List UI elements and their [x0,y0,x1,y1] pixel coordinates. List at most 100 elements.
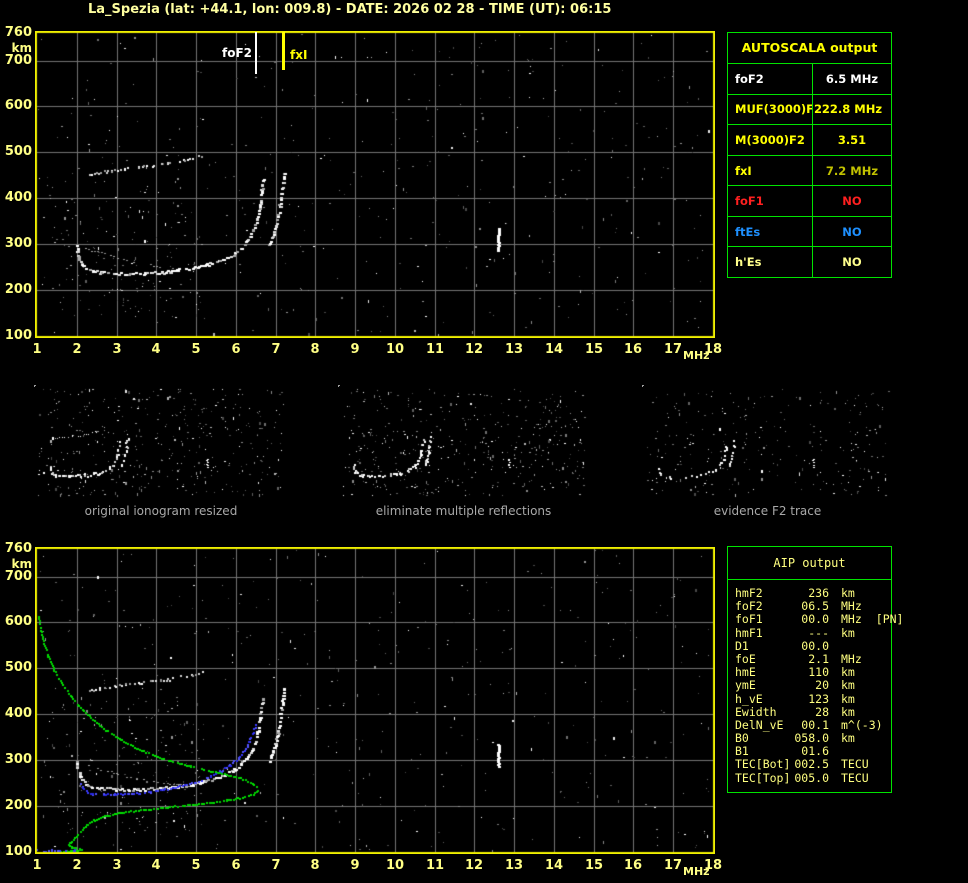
x-tick: 3 [112,858,122,873]
x-tick: 16 [623,858,643,873]
autoscala-row-value: 22.8 MHz [812,94,891,125]
x-tick: 15 [584,858,604,873]
thumbnail-caption-eliminate-reflections: eliminate multiple reflections [375,504,552,518]
autoscala-row-label: fxI [735,163,752,178]
autoscala-row: M(3000)F2 3.51 [728,124,891,155]
aip-row-value: 28 [815,704,829,719]
aip-row-value: 20 [815,678,829,693]
x-tick: 15 [584,342,604,357]
x-tick: 4 [151,858,161,873]
y-tick: 760 [4,25,32,40]
aip-row-label: foF1 [735,612,763,627]
y-tick: 300 [4,752,32,767]
thumbnail-canvas-evidence-f2 [643,386,892,499]
aip-row-label: D1 [735,638,749,653]
y-tick: 200 [4,798,32,813]
aip-row-label: TEC[Top] [735,770,791,785]
x-tick: 8 [310,858,320,873]
x-tick: 11 [425,858,445,873]
autoscala-row: MUF(3000)F2 22.8 MHz [728,93,891,125]
ionogram-canvas-top [35,31,715,338]
y-tick: 600 [4,614,32,629]
aip-row-value: 00.0 [801,638,829,653]
autoscala-row-value: NO [812,186,891,216]
autoscala-table-header: AUTOSCALA output [741,40,878,55]
x-tick: 7 [271,858,281,873]
y-unit-label-bottom: km [11,557,32,571]
autoscala-row: foF1 NO [728,185,891,216]
thumbnail-caption-original: original ionogram resized [84,504,238,518]
aip-row-label: ymE [735,678,756,693]
y-tick: 100 [4,328,32,343]
autoscala-row: ftEs NO [728,215,891,247]
aip-row-label: h_vE [735,691,763,706]
x-tick: 6 [231,342,241,357]
x-tick: 5 [191,858,201,873]
y-unit-label-top: km [11,41,32,55]
aip-row-unit: km [841,665,855,680]
x-tick: 3 [112,342,122,357]
y-tick: 300 [4,236,32,251]
aip-table-header: AIP output [728,547,891,580]
x-tick: 9 [350,342,360,357]
x-tick: 12 [464,342,484,357]
x-tick: 7 [271,342,281,357]
y-tick: 760 [4,541,32,556]
aip-row-unit: km [841,731,855,746]
aip-row-unit: MHz [PN] [841,612,904,627]
aip-row: hmF1 --- km [735,625,891,640]
aip-row: h_vE 123 km [735,691,891,706]
x-unit-label-top: MHz [683,349,710,362]
aip-row: Ewidth 28 km [735,704,891,719]
x-tick: 8 [310,342,320,357]
y-tick: 600 [4,98,32,113]
fxi-marker-line [282,32,285,70]
x-tick: 13 [504,342,524,357]
aip-row: TEC[Bot] 002.5 TECU [735,758,891,771]
aip-row-value: 002.5 [794,757,829,772]
autoscala-row: foF2 6.5 MHz [728,63,891,94]
aip-row-label: Ewidth [735,704,777,719]
thumbnail-eliminate-reflections [338,385,588,499]
x-tick: 16 [623,342,643,357]
autoscala-row-value: 6.5 MHz [812,64,891,94]
x-tick: 2 [72,858,82,873]
x-tick: 6 [231,858,241,873]
aip-table: AIP output hmF2 236 km foF2 06.5 MHz foF1 00.0 M… [727,546,903,793]
aip-row-label: hmF1 [735,625,763,640]
x-tick: 11 [425,342,445,357]
x-tick: 14 [544,342,564,357]
aip-row-unit: TECU [841,770,869,785]
foF2-marker-line [255,32,257,74]
autoscala-row-label: foF1 [735,194,764,209]
x-tick: 13 [504,858,524,873]
x-tick: 10 [385,858,405,873]
y-tick: 400 [4,190,32,205]
aip-row-unit: MHz [841,651,862,666]
x-tick: 4 [151,342,161,357]
autoscala-row-label: ftEs [735,224,761,239]
aip-row: foF1 00.0 MHz [PN] [735,612,903,627]
autoscala-row-value: NO [812,216,891,247]
aip-row-unit: km [841,691,855,706]
autoscala-row: fxI 7.2 MHz [728,154,891,186]
autoscala-table: AUTOSCALA output foF2 6.5 MHz MUF(3000)F2 2… [727,32,892,278]
autoscala-row-label: foF2 [735,71,764,86]
aip-row-value: 005.0 [794,770,829,785]
autoscala-row-label: M(3000)F2 [735,132,805,147]
y-tick: 200 [4,282,32,297]
thumbnail-original [34,385,287,499]
aip-row: hmE 110 km [735,666,891,679]
aip-row-value: 00.0 [801,612,829,627]
aip-row-unit [829,640,891,653]
aip-table-body: hmF2 236 km foF2 06.5 MHz foF1 00.0 MHz [PN] hmF1-… [728,580,903,785]
autoscala-row-label: MUF(3000)F2 [735,102,823,117]
x-tick: 10 [385,342,405,357]
x-tick: 17 [663,342,683,357]
x-unit-label-bottom: MHz [683,865,710,878]
x-tick: 9 [350,858,360,873]
aip-row-label: TEC[Bot] [735,757,791,772]
thumbnail-canvas-original [35,386,287,499]
x-tick: 14 [544,858,564,873]
aip-row-unit: km [841,625,855,640]
